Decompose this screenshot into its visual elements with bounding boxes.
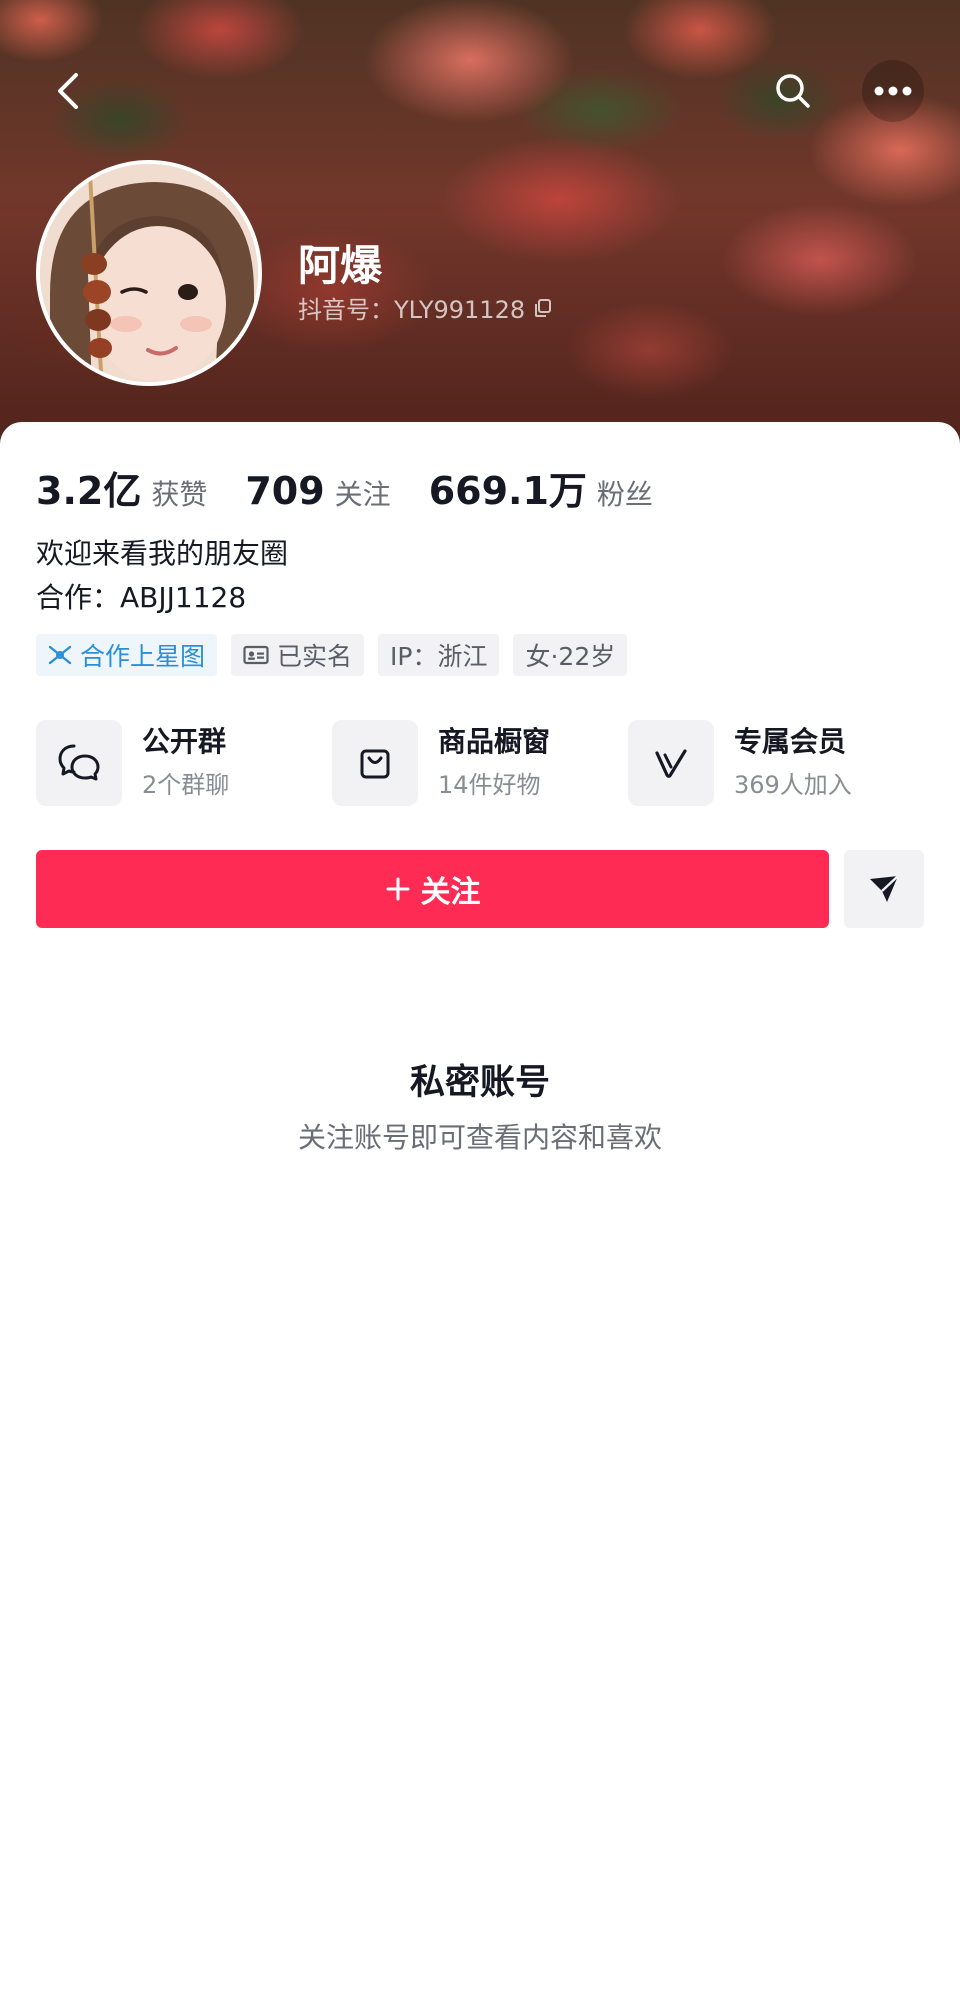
v-member-icon xyxy=(628,720,714,806)
star-tag[interactable]: 合作上星图 xyxy=(36,634,218,676)
profile-name: 阿爆 xyxy=(298,241,383,290)
search-button[interactable] xyxy=(764,62,822,120)
star-map-icon xyxy=(48,645,72,665)
stat-likes[interactable]: 3.2亿 获赞 xyxy=(36,460,207,515)
verified-tag: 已实名 xyxy=(231,634,365,676)
bio-line: 欢迎来看我的朋友圈 xyxy=(36,537,289,570)
stat-value: 709 xyxy=(245,469,325,513)
private-account-title: 私密账号 xyxy=(409,1063,550,1103)
id-card-icon xyxy=(243,645,269,665)
bio-line: 合作：ABJJ1128 xyxy=(36,581,247,614)
feature-entries: 公开群 2个群聊 商品橱窗 14件好物 专属会员 369人加入 xyxy=(36,720,924,806)
chat-bubbles-icon xyxy=(36,720,122,806)
profile-tags: 合作上星图 已实名 IP：浙江 女·22岁 xyxy=(36,634,628,676)
douyin-id-text: 抖音号：YLY991128 xyxy=(298,296,526,324)
plus-icon xyxy=(386,877,409,901)
douyin-id-row[interactable]: 抖音号：YLY991128 xyxy=(298,290,553,325)
back-button[interactable] xyxy=(40,62,98,120)
feature-public-group[interactable]: 公开群 2个群聊 xyxy=(36,720,332,806)
tag-label: 女·22岁 xyxy=(525,642,616,671)
feature-subtitle: 14件好物 xyxy=(438,771,541,799)
stat-label: 获赞 xyxy=(151,478,208,511)
more-button[interactable] xyxy=(862,60,924,122)
feature-subtitle: 369人加入 xyxy=(734,771,852,799)
more-dots-icon xyxy=(874,86,912,96)
shopping-bag-icon xyxy=(332,720,418,806)
feature-title: 专属会员 xyxy=(734,725,847,758)
avatar-portrait xyxy=(40,164,258,382)
stat-label: 粉丝 xyxy=(596,478,653,511)
copy-icon[interactable] xyxy=(533,298,553,318)
follow-button-label: 关注 xyxy=(420,875,481,910)
feature-product-window[interactable]: 商品橱窗 14件好物 xyxy=(332,720,628,806)
stat-value: 3.2亿 xyxy=(36,469,142,513)
stat-label: 关注 xyxy=(334,478,391,511)
tag-label: 合作上星图 xyxy=(80,642,206,671)
tag-label: IP：浙江 xyxy=(390,642,488,671)
send-icon xyxy=(870,875,899,902)
stat-followers[interactable]: 669.1万 粉丝 xyxy=(429,460,653,515)
stat-value: 669.1万 xyxy=(428,469,587,513)
private-account-subtitle: 关注账号即可查看内容和喜欢 xyxy=(297,1121,662,1154)
chevron-left-icon xyxy=(58,73,78,109)
profile-card: 3.2亿 获赞 709 关注 669.1万 粉丝 欢迎来看我的朋友圈 合作：AB… xyxy=(0,422,960,1995)
avatar[interactable] xyxy=(36,160,262,386)
stats-row: 3.2亿 获赞 709 关注 669.1万 粉丝 xyxy=(36,460,691,515)
feature-exclusive-member[interactable]: 专属会员 369人加入 xyxy=(628,720,924,806)
ip-tag: IP：浙江 xyxy=(378,634,500,676)
bio: 欢迎来看我的朋友圈 合作：ABJJ1128 xyxy=(36,532,288,620)
gender-age-tag: 女·22岁 xyxy=(513,634,628,676)
search-icon xyxy=(776,74,810,108)
share-button[interactable] xyxy=(844,850,924,928)
tag-label: 已实名 xyxy=(277,642,353,671)
feature-title: 商品橱窗 xyxy=(438,725,551,758)
feature-title: 公开群 xyxy=(142,725,227,758)
follow-button[interactable]: 关注 xyxy=(36,850,829,928)
stat-following[interactable]: 709 关注 xyxy=(245,469,390,513)
feature-subtitle: 2个群聊 xyxy=(142,771,230,799)
